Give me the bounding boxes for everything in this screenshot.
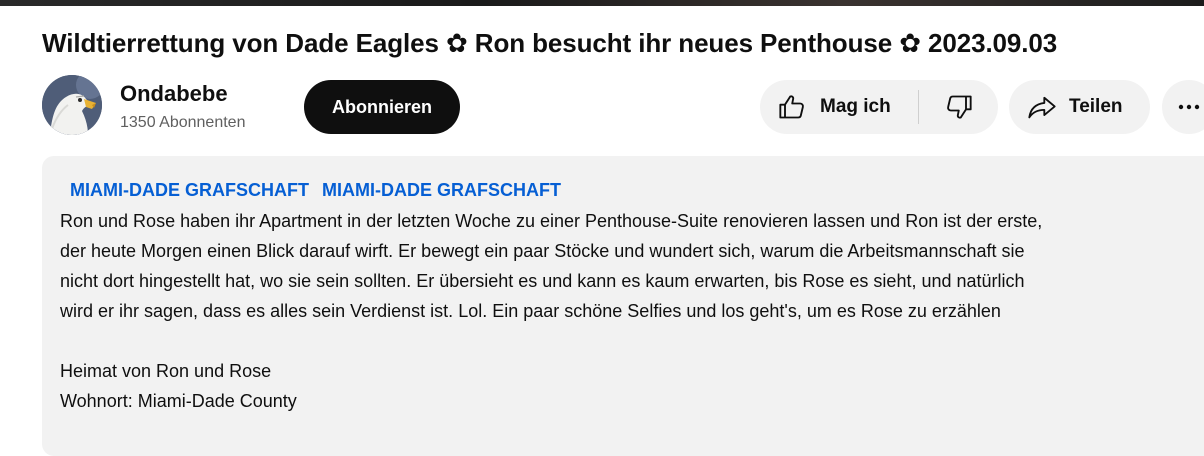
share-label: Teilen [1069, 96, 1123, 117]
like-label: Mag ich [820, 96, 891, 117]
description-line: der heute Morgen einen Blick darauf wirf… [60, 241, 1025, 261]
share-button[interactable]: Teilen [1009, 80, 1150, 134]
description-line: wird er ihr sagen, dass es alles sein Ve… [60, 301, 1001, 321]
more-actions-button[interactable] [1162, 80, 1204, 134]
more-horizontal-icon [1178, 104, 1200, 110]
thumbs-down-icon [946, 95, 972, 119]
description-text: Ron und Rose haben ihr Apartment in der … [60, 206, 1200, 416]
share-arrow-icon [1028, 96, 1056, 119]
location-tag[interactable]: MIAMI-DADE GRAFSCHAFT [322, 180, 561, 200]
channel-avatar[interactable] [42, 75, 102, 135]
like-button[interactable]: Mag ich [760, 80, 918, 134]
subscribe-label: Abonnieren [331, 96, 432, 117]
video-player-bottom-edge [0, 0, 1204, 6]
eagle-avatar-icon [42, 75, 102, 135]
video-title: Wildtierrettung von Dade Eagles ✿ Ron be… [42, 28, 1058, 58]
thumbs-up-icon [779, 95, 804, 119]
description-line: Heimat von Ron und Rose [60, 361, 272, 381]
description-line: Ron und Rose haben ihr Apartment in der … [60, 211, 1043, 231]
like-dislike-group: Mag ich [760, 80, 998, 134]
channel-name[interactable]: Ondabebe [120, 80, 228, 108]
description-line: nicht dort hingestellt hat, wo sie sein … [60, 271, 1025, 291]
subscribe-button[interactable]: Abonnieren [304, 80, 460, 134]
owner-row: Ondabebe 1350 Abonnenten Abonnieren Mag … [42, 74, 1204, 136]
subscriber-count: 1350 Abonnenten [120, 114, 246, 131]
location-tag[interactable]: MIAMI-DADE GRAFSCHAFT [70, 180, 309, 200]
description-line: Wohnort: Miami-Dade County [60, 391, 297, 411]
hashtag-row: MIAMI-DADE GRAFSCHAFT MIAMI-DADE GRAFSCH… [70, 178, 569, 202]
description-box[interactable]: MIAMI-DADE GRAFSCHAFT MIAMI-DADE GRAFSCH… [42, 156, 1204, 456]
dislike-button[interactable] [919, 80, 998, 134]
